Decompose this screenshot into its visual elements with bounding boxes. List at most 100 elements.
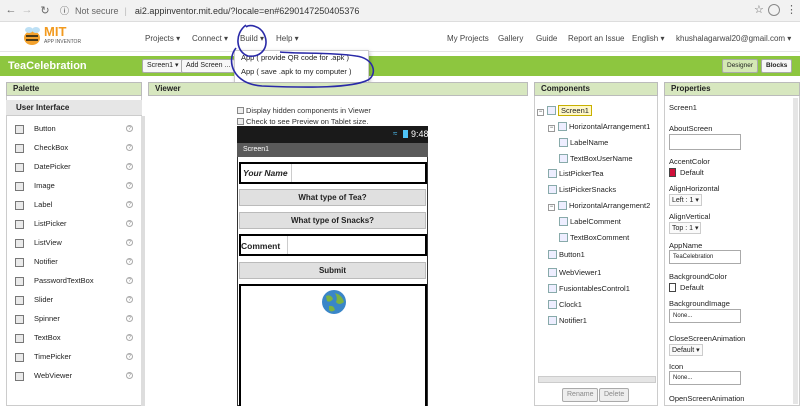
tree-node-horizontalarrangement2[interactable]: − HorizontalArrangement2 bbox=[548, 201, 650, 211]
palette-item-timepicker[interactable]: TimePicker? bbox=[8, 348, 138, 366]
rename-button[interactable]: Rename bbox=[562, 388, 599, 402]
link-guide[interactable]: Guide bbox=[536, 34, 557, 43]
tree-node-fusiontablescontrol1[interactable]: FusiontablesControl1 bbox=[548, 284, 630, 293]
collapse-toggle-icon[interactable]: − bbox=[537, 109, 544, 116]
tree-node-notifier1[interactable]: Notifier1 bbox=[548, 316, 587, 325]
tea-picker-button[interactable]: What type of Tea? bbox=[239, 189, 426, 206]
help-icon[interactable]: ? bbox=[126, 239, 133, 246]
name-row[interactable]: Your Name bbox=[239, 162, 427, 184]
your-name-label: Your Name bbox=[243, 168, 288, 178]
background-image-input[interactable]: None... bbox=[669, 309, 741, 323]
palette-scrollbar[interactable] bbox=[141, 116, 145, 406]
build-menu-save-apk-item[interactable]: App ( save .apk to my computer ) bbox=[235, 65, 368, 79]
name-textbox[interactable] bbox=[291, 164, 425, 182]
help-icon[interactable]: ? bbox=[126, 372, 133, 379]
palette-item-notifier[interactable]: Notifier? bbox=[8, 253, 138, 271]
icon-input[interactable]: None... bbox=[669, 371, 741, 385]
palette-item-image[interactable]: Image? bbox=[8, 177, 138, 195]
help-icon[interactable]: ? bbox=[126, 277, 133, 284]
display-hidden-checkbox[interactable]: Display hidden components in Viewer bbox=[237, 106, 371, 115]
add-screen-button[interactable]: Add Screen ... bbox=[181, 59, 236, 73]
submit-button[interactable]: Submit bbox=[239, 262, 426, 279]
help-icon[interactable]: ? bbox=[126, 125, 133, 132]
components-hscrollbar[interactable] bbox=[538, 376, 656, 383]
close-screen-animation-select[interactable]: Default ▾ bbox=[669, 344, 703, 356]
help-icon[interactable]: ? bbox=[126, 315, 133, 322]
palette-item-datepicker[interactable]: DatePicker? bbox=[8, 158, 138, 176]
kebab-icon[interactable]: ⋮ bbox=[786, 3, 797, 16]
comment-row[interactable]: Comment bbox=[239, 234, 427, 256]
arrow-left-icon[interactable]: ← bbox=[4, 4, 18, 16]
properties-scrollbar[interactable] bbox=[793, 98, 798, 404]
align-vertical-select[interactable]: Top : 1 ▾ bbox=[669, 222, 702, 234]
reload-icon[interactable]: ↻ bbox=[38, 4, 52, 17]
tree-node-labelname[interactable]: LabelName bbox=[559, 138, 608, 147]
snacks-picker-button[interactable]: What type of Snacks? bbox=[239, 212, 426, 229]
help-icon[interactable]: ? bbox=[126, 144, 133, 151]
tree-node-horizontalarrangement1[interactable]: − HorizontalArrangement1 bbox=[548, 122, 650, 132]
account-menu[interactable]: khushalagarwal20@gmail.com ▾ bbox=[676, 34, 791, 43]
help-icon[interactable]: ? bbox=[126, 163, 133, 170]
palette-item-button[interactable]: Button? bbox=[8, 120, 138, 138]
collapse-toggle-icon[interactable]: − bbox=[548, 204, 555, 211]
menu-build[interactable]: Build ▾ bbox=[240, 34, 264, 43]
help-icon[interactable]: ? bbox=[126, 296, 133, 303]
help-icon[interactable]: ? bbox=[126, 258, 133, 265]
palette-item-label: WebViewer bbox=[34, 371, 73, 380]
tree-node-listpickersnacks[interactable]: ListPickerSnacks bbox=[548, 185, 616, 194]
link-gallery[interactable]: Gallery bbox=[498, 34, 523, 43]
palette-item-label: PasswordTextBox bbox=[34, 276, 94, 285]
palette-item-checkbox[interactable]: CheckBox? bbox=[8, 139, 138, 157]
screen-select[interactable]: Screen1 ▾ bbox=[142, 59, 184, 73]
palette-item-spinner[interactable]: Spinner? bbox=[8, 310, 138, 328]
palette-item-slider[interactable]: Slider? bbox=[8, 291, 138, 309]
tree-node-textboxcomment[interactable]: TextBoxComment bbox=[559, 233, 629, 242]
language-select[interactable]: English ▾ bbox=[632, 34, 664, 43]
passwordtextbox-icon bbox=[15, 277, 24, 286]
tablet-preview-checkbox[interactable]: Check to see Preview on Tablet size. bbox=[237, 117, 368, 126]
build-menu-qr-item[interactable]: App ( provide QR code for .apk ) bbox=[235, 51, 368, 65]
comment-textbox[interactable] bbox=[287, 236, 425, 254]
tree-node-screen1[interactable]: − Screen1 bbox=[537, 105, 592, 116]
palette-item-listpicker[interactable]: ListPicker? bbox=[8, 215, 138, 233]
component-icon bbox=[548, 284, 557, 293]
properties-title: Properties bbox=[664, 82, 800, 96]
help-icon[interactable]: ? bbox=[126, 220, 133, 227]
help-icon[interactable]: ? bbox=[126, 353, 133, 360]
align-horizontal-select[interactable]: Left : 1 ▾ bbox=[669, 194, 702, 206]
menu-projects[interactable]: Projects ▾ bbox=[145, 34, 180, 43]
delete-button[interactable]: Delete bbox=[599, 388, 630, 402]
link-report-issue[interactable]: Report an Issue bbox=[568, 34, 624, 43]
app-name-input[interactable]: TeaCelebration bbox=[669, 250, 741, 264]
menu-connect[interactable]: Connect ▾ bbox=[192, 34, 228, 43]
address-bar[interactable]: ⓘ Not secure | ai2.appinventor.mit.edu/?loc… bbox=[60, 3, 750, 19]
star-icon[interactable]: ☆ bbox=[754, 3, 764, 16]
help-icon[interactable]: ? bbox=[126, 201, 133, 208]
tree-node-clock1[interactable]: Clock1 bbox=[548, 300, 582, 309]
link-my-projects[interactable]: My Projects bbox=[447, 34, 489, 43]
profile-icon[interactable] bbox=[768, 4, 780, 16]
blocks-button[interactable]: Blocks bbox=[761, 59, 793, 73]
palette-item-label[interactable]: Label? bbox=[8, 196, 138, 214]
screen-title-bar: Screen1 bbox=[237, 143, 428, 157]
palette-item-textbox[interactable]: TextBox? bbox=[8, 329, 138, 347]
accent-color-picker[interactable]: Default bbox=[669, 168, 704, 177]
palette-section-user-interface[interactable]: User Interface bbox=[6, 100, 142, 116]
palette-item-listview[interactable]: ListView? bbox=[8, 234, 138, 252]
tree-node-listpickertea[interactable]: ListPickerTea bbox=[548, 169, 604, 178]
mit-app-inventor-logo[interactable]: MIT APP INVENTOR bbox=[22, 24, 82, 50]
about-screen-input[interactable] bbox=[669, 134, 741, 150]
tree-node-labelcomment[interactable]: LabelComment bbox=[559, 217, 621, 226]
arrow-right-icon[interactable]: → bbox=[20, 4, 34, 16]
designer-button[interactable]: Designer bbox=[722, 59, 759, 73]
tree-node-webviewer1[interactable]: WebViewer1 bbox=[548, 268, 601, 277]
palette-item-webviewer[interactable]: WebViewer? bbox=[8, 367, 138, 385]
help-icon[interactable]: ? bbox=[126, 334, 133, 341]
palette-item-passwordtextbox[interactable]: PasswordTextBox? bbox=[8, 272, 138, 290]
tree-node-button1[interactable]: Button1 bbox=[548, 250, 585, 259]
tree-node-textboxusername[interactable]: TextBoxUserName bbox=[559, 154, 633, 163]
collapse-toggle-icon[interactable]: − bbox=[548, 125, 555, 132]
background-color-picker[interactable]: Default bbox=[669, 283, 704, 292]
menu-help[interactable]: Help ▾ bbox=[276, 34, 299, 43]
help-icon[interactable]: ? bbox=[126, 182, 133, 189]
